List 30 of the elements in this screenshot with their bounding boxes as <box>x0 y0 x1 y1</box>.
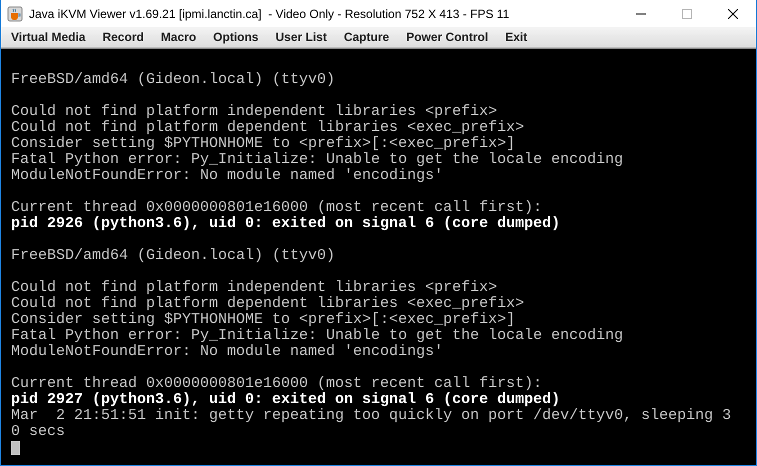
menu-item[interactable]: Macro <box>154 27 202 47</box>
java-cup-icon <box>7 6 23 22</box>
console-line: Could not find platform independent libraries <prefix> <box>11 104 498 120</box>
console-line: Fatal Python error: Py_Initialize: Unable to get the locale encoding <box>11 152 624 168</box>
console-line: Current thread 0x0000000801e16000 (most recent call first): <box>11 376 542 392</box>
console-line: ModuleNotFoundError: No module named 'encodings' <box>11 344 444 360</box>
console-line: Could not find platform independent libraries <prefix> <box>11 280 498 296</box>
console-line: Could not find platform dependent libraries <exec_prefix> <box>11 296 524 312</box>
menu-item[interactable]: Options <box>207 27 264 47</box>
console-line: ModuleNotFoundError: No module named 'encodings' <box>11 168 444 184</box>
maximize-icon <box>682 8 692 18</box>
console-line: Consider setting $PYTHONHOME to <prefix>[:<exec_prefix>] <box>11 136 516 152</box>
console-line: pid 2926 (python3.6), uid 0: exited on signal 6 (core dumped) <box>11 216 560 232</box>
menu-item[interactable]: Capture <box>338 27 396 47</box>
console-line: Could not find platform dependent libraries <exec_prefix> <box>11 120 524 136</box>
window-title: Java iKVM Viewer v1.69.21 [ipmi.lanctin.ca] - Video Only - Resolution 752 X 413 - FPS 11 <box>29 6 510 20</box>
menu-item[interactable]: Record <box>96 27 150 47</box>
close-icon <box>728 8 738 18</box>
menu-item[interactable]: Power Control <box>400 27 494 47</box>
console-line: FreeBSD/amd64 (Gideon.local) (ttyv0) <box>11 248 336 264</box>
console-line: FreeBSD/amd64 (Gideon.local) (ttyv0) <box>11 72 336 88</box>
console-line: Mar 2 21:51:51 init: getty repeating too quickly on port /dev/ttyv0, sleeping 3 <box>11 408 732 424</box>
console-line: Fatal Python error: Py_Initialize: Unable to get the locale encoding <box>11 328 624 344</box>
console-line: 0 secs <box>11 424 66 440</box>
menu-item[interactable]: Virtual Media <box>5 27 92 47</box>
menu-item[interactable]: User List <box>269 27 333 47</box>
console-line: Current thread 0x0000000801e16000 (most recent call first): <box>11 200 542 216</box>
console-line: pid 2927 (python3.6), uid 0: exited on signal 6 (core dumped) <box>11 392 560 408</box>
menu-item[interactable]: Exit <box>499 27 534 47</box>
console-line: Consider setting $PYTHONHOME to <prefix>[:<exec_prefix>] <box>11 312 516 328</box>
